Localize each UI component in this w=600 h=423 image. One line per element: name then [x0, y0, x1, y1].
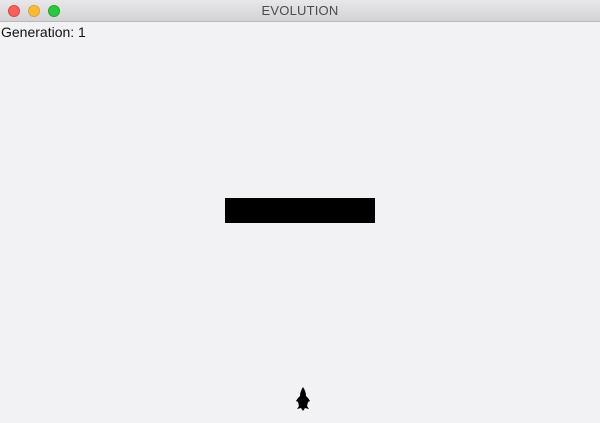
simulation-canvas[interactable]: Generation: 1: [0, 22, 600, 423]
obstacle-barrier: [225, 198, 375, 223]
title-bar[interactable]: EVOLUTION: [0, 0, 600, 22]
app-window: EVOLUTION Generation: 1: [0, 0, 600, 423]
window-title: EVOLUTION: [261, 3, 339, 18]
rocket-agent-icon: [296, 387, 310, 411]
generation-counter: Generation: 1: [1, 24, 86, 40]
